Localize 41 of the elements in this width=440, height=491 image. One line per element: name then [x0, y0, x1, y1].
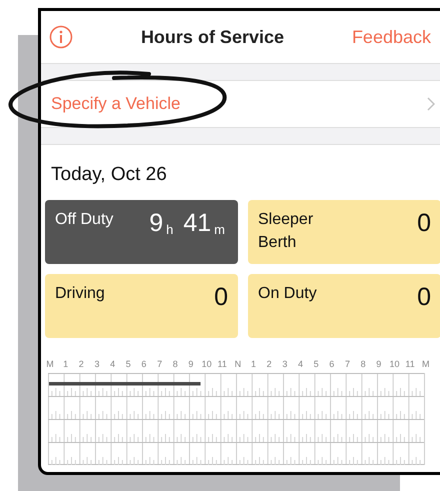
- hour-label: 9: [375, 358, 382, 370]
- hour-label: 6: [140, 358, 148, 370]
- hour-label: 5: [124, 358, 132, 370]
- status-value: 9$_{h}$ 41$_{m}$: [149, 208, 226, 238]
- hour-label: 10: [389, 358, 400, 370]
- hour-label: 10: [202, 358, 212, 370]
- status-label: Driving: [55, 284, 106, 304]
- status-card[interactable]: On Duty 0: [248, 274, 440, 338]
- chevron-icon: [427, 97, 435, 111]
- hour-label: 3: [93, 358, 100, 370]
- hour-label: 8: [360, 358, 367, 370]
- hour-label: 11: [405, 358, 416, 370]
- hour-label: 11: [217, 358, 228, 370]
- hour-label: N: [234, 358, 242, 370]
- hour-label: 2: [78, 358, 85, 370]
- status-card[interactable]: Sleeper Berth 0: [248, 200, 440, 264]
- hour-label: 6: [328, 358, 336, 370]
- status-value: 0: [214, 282, 228, 312]
- hour-label: 4: [296, 358, 304, 370]
- hour-label: 7: [156, 358, 164, 370]
- hour-label: 1: [250, 358, 258, 370]
- info-icon[interactable]: [49, 25, 73, 49]
- status-label: On Duty: [258, 284, 318, 304]
- hour-label: 8: [172, 358, 179, 370]
- hour-label: 3: [281, 358, 288, 370]
- hour-label: 1: [62, 358, 70, 370]
- hour-label: 2: [266, 358, 273, 370]
- hour-label: 5: [312, 358, 320, 370]
- hour-label: 7: [344, 358, 351, 370]
- hour-label: 9: [187, 358, 194, 370]
- status-value: 0: [417, 282, 431, 312]
- date-heading: Today, Oct 26: [50, 163, 168, 187]
- screen-title: Hours of Service: [140, 26, 284, 48]
- status-value: 0: [417, 208, 431, 238]
- hour-label: M: [421, 358, 430, 370]
- hour-label: M: [45, 358, 55, 370]
- status-label: Sleeper Berth: [258, 210, 314, 252]
- status-card[interactable]: Off Duty 9$_{h}$ 41$_{m}$: [45, 200, 238, 264]
- status-label: Off Duty: [55, 210, 114, 230]
- status-card[interactable]: Driving 0: [45, 274, 238, 338]
- hour-label: 4: [109, 358, 116, 370]
